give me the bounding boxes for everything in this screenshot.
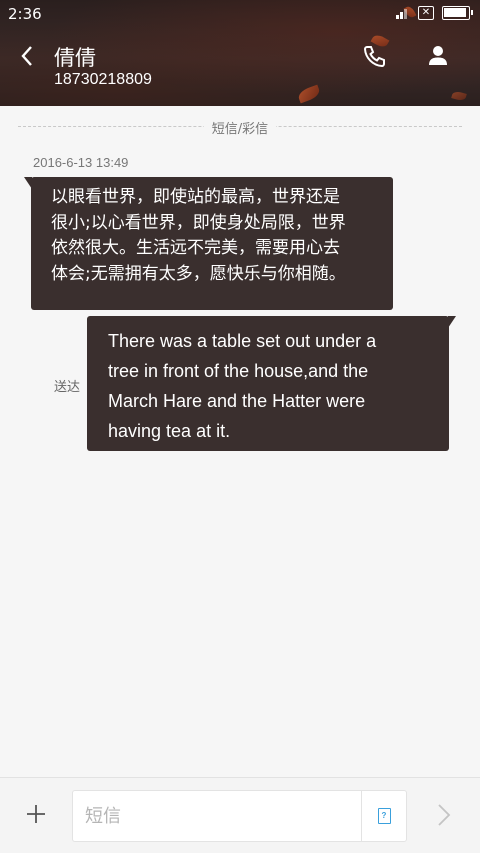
message-input[interactable] xyxy=(72,790,362,842)
leaf-decoration xyxy=(296,84,322,104)
bubble-tail xyxy=(24,177,32,189)
send-arrow-icon xyxy=(438,804,451,826)
add-attachment-button[interactable] xyxy=(24,802,48,826)
message-type-text: 短信/彩信 xyxy=(203,122,277,137)
person-icon xyxy=(429,46,447,65)
message-line: 依然很大。生活远不完美，需要用心去 xyxy=(51,238,340,258)
back-button[interactable] xyxy=(12,40,42,72)
call-button[interactable] xyxy=(360,42,388,70)
status-icons: ✕ xyxy=(396,6,473,20)
bubble-tail xyxy=(448,316,456,328)
incoming-message-bubble[interactable]: 以眼看世界，即使站的最高，世界还是 很小;以心看世界，即使身处局限，世界 依然很… xyxy=(24,177,393,310)
message-timestamp: 2016-6-13 13:49 xyxy=(33,155,129,170)
battery-icon xyxy=(442,6,473,20)
battery-fill xyxy=(444,8,466,17)
outgoing-message-bubble[interactable]: There was a table set out under a tree i… xyxy=(87,316,456,451)
message-line: March Hare and the Hatter were xyxy=(108,391,366,411)
compose-bar: ? xyxy=(0,777,480,853)
contact-name: 倩倩 xyxy=(54,46,96,70)
sim-select-button[interactable]: ? xyxy=(361,790,407,842)
message-line: having tea at it. xyxy=(108,421,231,441)
status-time: 2:36 xyxy=(8,5,42,23)
contact-profile-button[interactable] xyxy=(424,42,452,70)
message-line: 以眼看世界，即使站的最高，世界还是 xyxy=(51,187,340,207)
messaging-screen: 2:36 ✕ 倩倩 18730218809 短信/彩信 2016-6-13 13… xyxy=(0,0,480,853)
message-line: 很小;以心看世界，即使身处局限，世界 xyxy=(51,212,346,233)
contact-number: 18730218809 xyxy=(54,71,152,88)
back-arrow-icon xyxy=(21,46,32,66)
leaf-decoration xyxy=(451,90,467,102)
sim-card-icon: ? xyxy=(377,808,391,824)
delivery-status: 送达 xyxy=(54,380,81,395)
message-line: 体会;无需拥有太多，愿快乐与你相随。 xyxy=(51,263,346,284)
signal-icon xyxy=(396,7,410,19)
phone-icon xyxy=(363,46,385,68)
message-type-label: 短信/彩信 xyxy=(0,118,480,137)
sim-x-icon: ✕ xyxy=(418,6,434,20)
status-bar: 2:36 ✕ xyxy=(0,0,480,28)
message-line: There was a table set out under a xyxy=(108,331,377,351)
message-line: tree in front of the house,and the xyxy=(108,361,369,381)
plus-icon xyxy=(27,805,45,823)
send-button[interactable] xyxy=(432,802,456,828)
conversation-header: 2:36 ✕ 倩倩 18730218809 xyxy=(0,0,480,106)
